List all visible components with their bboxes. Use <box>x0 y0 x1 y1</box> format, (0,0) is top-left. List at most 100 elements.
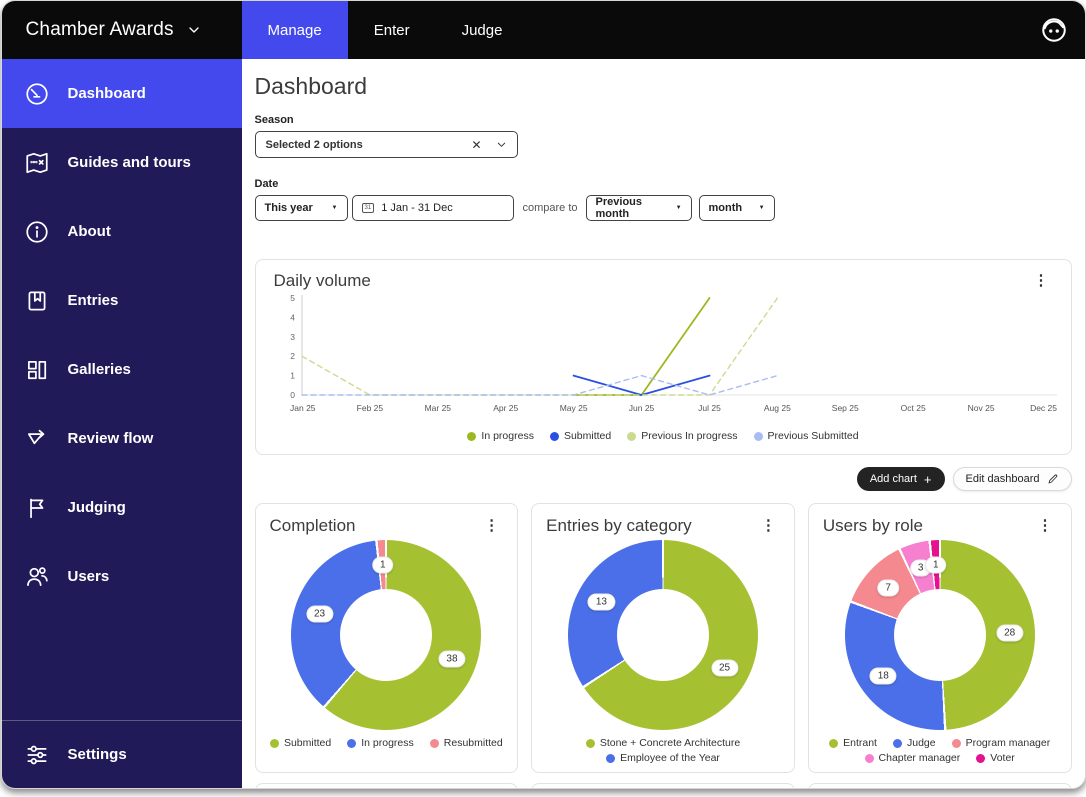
sidebar-item-about[interactable]: About <box>2 197 242 266</box>
sidebar-item-judging[interactable]: Judging <box>2 473 242 542</box>
sidebar-item-review-flow[interactable]: Review flow <box>2 404 242 473</box>
topbar-spacer <box>528 1 1038 59</box>
grid-icon <box>24 357 50 383</box>
sidebar-item-label: Users <box>68 568 110 585</box>
partial-card <box>531 783 795 788</box>
svg-text:Jun 25: Jun 25 <box>628 403 654 413</box>
kebab-menu-icon[interactable]: ⋮ <box>757 516 780 535</box>
date-range-field[interactable]: 31 1 Jan - 31 Dec <box>352 195 514 221</box>
svg-text:Apr 25: Apr 25 <box>493 403 518 413</box>
legend-dot <box>550 432 559 441</box>
slice-value-chip: 13 <box>588 593 615 610</box>
top-tab-judge[interactable]: Judge <box>436 1 529 59</box>
chart-card-users-by-role: Users by role⋮2818731EntrantJudgeProgram… <box>808 503 1072 773</box>
granularity-select[interactable]: month ▼ <box>699 195 775 221</box>
edit-dashboard-button[interactable]: Edit dashboard <box>953 467 1072 491</box>
legend-label: Chapter manager <box>879 752 961 764</box>
svg-text:1: 1 <box>290 371 295 381</box>
partial-card <box>255 783 519 788</box>
sidebar-item-dashboard[interactable]: Dashboard <box>2 59 242 128</box>
kebab-menu-icon[interactable]: ⋮ <box>1034 516 1057 535</box>
chevron-down-icon[interactable] <box>496 139 507 150</box>
entries-by-category-legend: Stone + Concrete Architecture Employee of… <box>546 737 780 764</box>
calendar-icon: 31 <box>362 203 375 213</box>
legend-item-in-progress: In progress <box>467 430 534 442</box>
svg-text:0: 0 <box>290 390 295 400</box>
map-icon <box>24 150 50 176</box>
flag-icon <box>24 495 50 521</box>
sidebar-item-label: Entries <box>68 292 119 309</box>
sidebar-item-entries[interactable]: Entries <box>2 266 242 335</box>
app-switcher[interactable]: Chamber Awards <box>2 1 242 59</box>
top-tab-manage[interactable]: Manage <box>242 1 348 59</box>
legend-item-stone-concrete-architecture: Stone + Concrete Architecture <box>586 737 740 749</box>
legend-item-submitted: Submitted <box>270 737 331 749</box>
legend-dot <box>586 739 595 748</box>
legend-label: Submitted <box>284 737 331 749</box>
legend-dot <box>976 754 985 763</box>
topbar: Chamber Awards ManageEnterJudge <box>2 1 1085 59</box>
users-by-role-legend: EntrantJudgeProgram managerChapter manag… <box>823 737 1057 764</box>
slice-value-chip: 38 <box>438 651 465 668</box>
date-range-value: 1 Jan - 31 Dec <box>381 202 453 214</box>
dropdown-caret-icon: ▼ <box>322 205 338 211</box>
legend-label: Stone + Concrete Architecture <box>600 737 740 749</box>
donut-hole <box>894 589 986 681</box>
sidebar-item-label: Judging <box>68 499 126 516</box>
chart-title: Completion <box>270 516 356 536</box>
account-menu-button[interactable] <box>1039 1 1085 59</box>
donut-chart: 25 13 <box>568 540 758 730</box>
sidebar-item-guides-and-tours[interactable]: Guides and tours <box>2 128 242 197</box>
kebab-menu-icon[interactable]: ⋮ <box>1030 271 1053 290</box>
chart-card-completion: Completion⋮38231SubmittedIn progressResu… <box>255 503 519 773</box>
completion-legend: SubmittedIn progressResubmitted <box>270 737 504 749</box>
sidebar-item-users[interactable]: Users <box>2 542 242 611</box>
users-icon <box>24 564 50 590</box>
sidebar-item-settings[interactable]: Settings <box>2 721 242 788</box>
sidebar-nav: DashboardGuides and toursAbout Entries Gal… <box>2 59 242 611</box>
legend-label: Previous In progress <box>641 430 737 442</box>
chart-card-entries-by-category: Entries by category⋮2513Stone + Concrete… <box>531 503 795 773</box>
daily-volume-line-chart: 012345Jan 25Feb 25Mar 25Apr 25May 25Jun … <box>274 291 1059 425</box>
legend-dot <box>893 739 902 748</box>
legend-item-employee-of-the-year: Employee of the Year <box>606 752 720 764</box>
date-preset-select[interactable]: This year ▼ <box>255 195 348 221</box>
svg-text:2: 2 <box>290 351 295 361</box>
donut-chart: 38231 <box>291 540 481 730</box>
svg-text:5: 5 <box>290 293 295 303</box>
date-row: This year ▼ 31 1 Jan - 31 Dec compare to… <box>255 195 1072 221</box>
slice-value-chip: 25 <box>711 660 738 677</box>
pencil-icon <box>1047 473 1059 485</box>
season-select[interactable]: Selected 2 options ✕ <box>255 131 518 158</box>
compare-select[interactable]: Previous month ▼ <box>586 195 692 221</box>
season-select-value: Selected 2 options <box>266 139 472 151</box>
top-tab-enter[interactable]: Enter <box>348 1 436 59</box>
slice-value-chip: 28 <box>996 625 1023 642</box>
legend-label: Voter <box>990 752 1015 764</box>
app-window: Chamber Awards ManageEnterJudge Dashboar… <box>1 0 1086 789</box>
chevron-down-icon <box>186 22 202 38</box>
add-chart-button[interactable]: Add chart + <box>857 467 945 491</box>
legend-dot <box>754 432 763 441</box>
sidebar-item-label: Settings <box>68 746 127 763</box>
svg-text:Nov 25: Nov 25 <box>967 403 994 413</box>
donut-chart: 2818731 <box>845 540 1035 730</box>
legend-item-program-manager: Program manager <box>952 737 1051 749</box>
sidebar-item-galleries[interactable]: Galleries <box>2 335 242 404</box>
plus-icon: + <box>924 473 932 486</box>
sidebar-item-label: Review flow <box>68 430 154 447</box>
donut-hole <box>617 589 709 681</box>
svg-text:Jul 25: Jul 25 <box>698 403 721 413</box>
clear-icon[interactable]: ✕ <box>471 138 481 152</box>
kebab-menu-icon[interactable]: ⋮ <box>480 516 503 535</box>
donut-row: Completion⋮38231SubmittedIn progressResu… <box>255 503 1072 773</box>
legend-item-in-progress: In progress <box>347 737 414 749</box>
sidebar-footer: Settings <box>2 721 242 788</box>
compare-to-label: compare to <box>523 202 578 214</box>
legend-dot <box>952 739 961 748</box>
svg-text:Dec 25: Dec 25 <box>1030 403 1057 413</box>
svg-text:3: 3 <box>290 332 295 342</box>
page-title: Dashboard <box>255 73 1072 100</box>
legend-dot <box>865 754 874 763</box>
svg-text:Jan 25: Jan 25 <box>290 403 316 413</box>
